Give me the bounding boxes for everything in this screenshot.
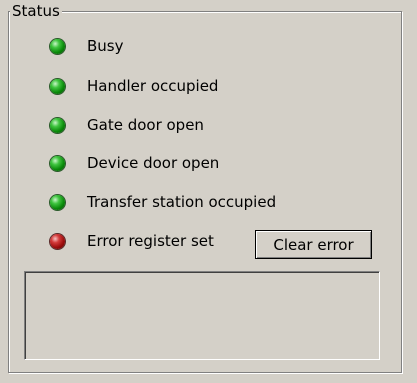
status-led-icon	[50, 38, 65, 54]
status-led-icon	[50, 194, 65, 210]
indicator-label: Device door open	[87, 154, 220, 172]
indicator-busy: Busy	[50, 35, 124, 57]
status-message-area	[24, 271, 380, 360]
indicator-transfer-station-occupied: Transfer station occupied	[50, 191, 276, 213]
status-led-icon	[50, 233, 65, 249]
indicator-label: Error register set	[87, 232, 214, 250]
status-led-icon	[50, 117, 65, 133]
status-group-title: Status	[10, 2, 62, 20]
clear-error-button[interactable]: Clear error	[255, 230, 372, 259]
indicator-label: Busy	[87, 37, 124, 55]
status-led-icon	[50, 78, 65, 94]
indicator-label: Gate door open	[87, 116, 204, 134]
indicator-error-register-set: Error register set	[50, 230, 214, 252]
indicator-device-door-open: Device door open	[50, 152, 219, 174]
status-led-icon	[50, 155, 65, 171]
indicator-handler-occupied: Handler occupied	[50, 75, 218, 97]
indicator-label: Handler occupied	[87, 77, 219, 95]
indicator-label: Transfer station occupied	[87, 193, 277, 211]
indicator-gate-door-open: Gate door open	[50, 114, 204, 136]
